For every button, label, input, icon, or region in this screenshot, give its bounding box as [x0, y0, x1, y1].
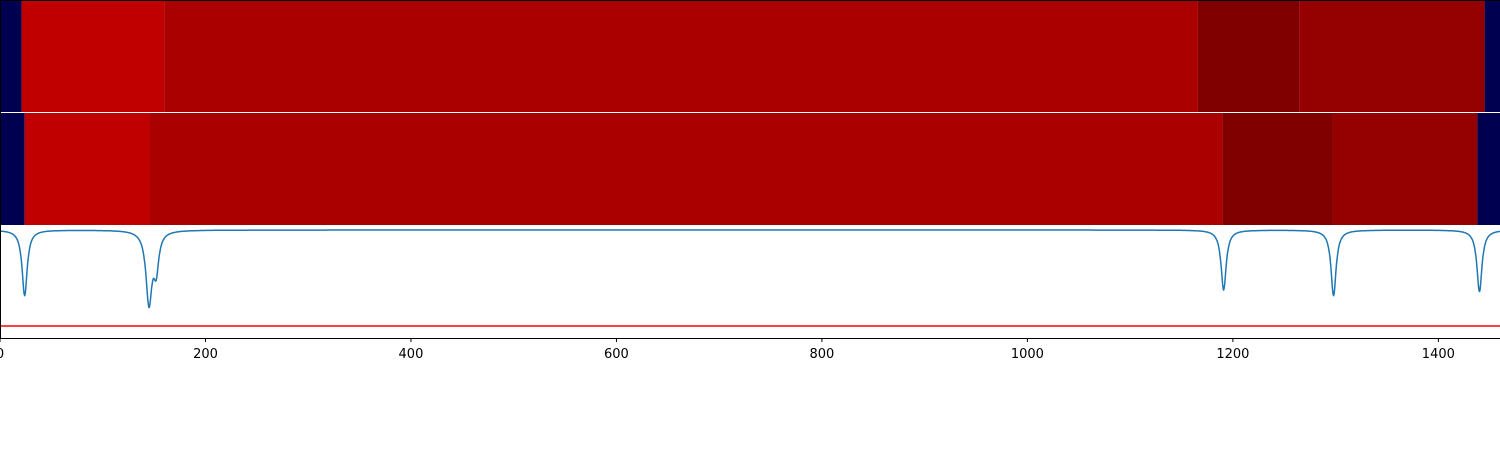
band-2-segment-1 [0, 113, 25, 225]
signal-axes-background [0, 226, 1500, 338]
x-tick-label-1400: 1400 [1422, 347, 1455, 362]
band-1-segment-1 [0, 1, 22, 112]
segmentation-figure: 0 200 400 600 800 1000 1200 1400 [0, 0, 1500, 362]
band-2-segment-5 [1332, 113, 1478, 225]
band-2-segment-4 [1222, 113, 1333, 225]
band-1-segment-3 [164, 1, 1198, 112]
band-2-segment-2 [24, 113, 151, 225]
band-1-segment-6 [1484, 1, 1500, 112]
segment-bands [0, 1, 1500, 225]
band-1-segment-5 [1299, 1, 1485, 112]
x-tick-label-0: 0 [0, 347, 4, 362]
band-2-segment-6 [1477, 113, 1500, 225]
x-tick-label-800: 800 [810, 347, 835, 362]
band-1-segment-2 [21, 1, 165, 112]
x-tick-label-600: 600 [604, 347, 629, 362]
band-1-segment-4 [1197, 1, 1300, 112]
band-2-segment-3 [150, 113, 1223, 225]
x-tick-label-400: 400 [399, 347, 424, 362]
x-tick-label-1000: 1000 [1011, 347, 1044, 362]
x-tick-label-200: 200 [193, 347, 218, 362]
x-tick-label-1200: 1200 [1216, 347, 1249, 362]
